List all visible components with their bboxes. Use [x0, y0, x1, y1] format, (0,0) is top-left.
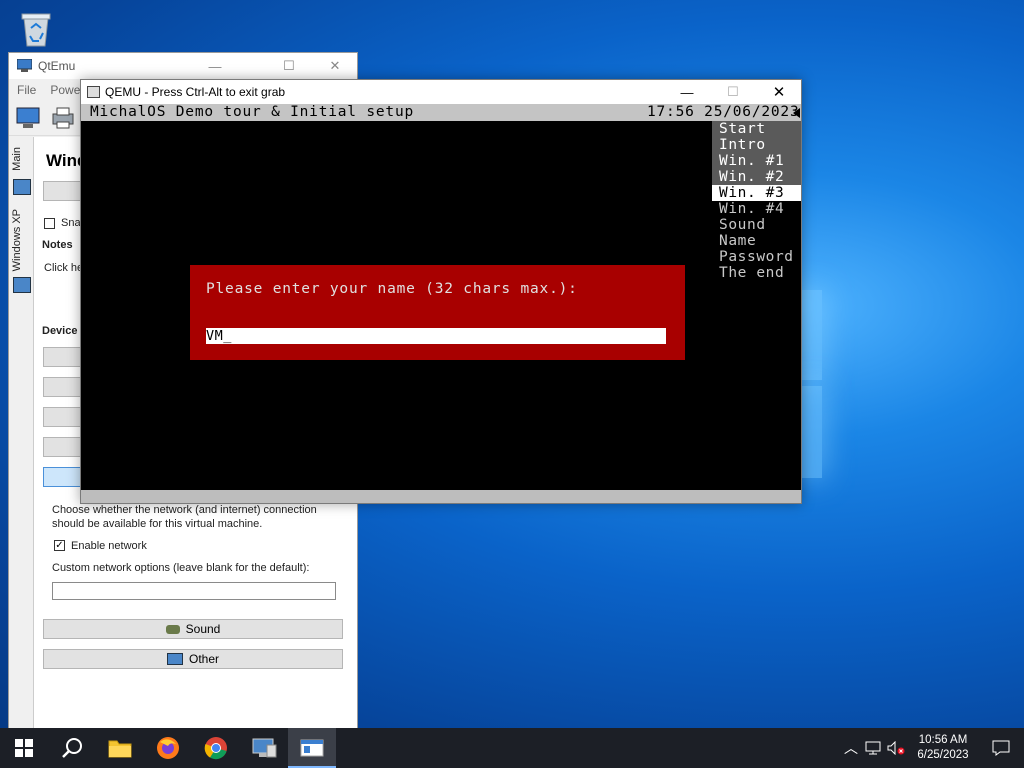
custom-options-input[interactable] — [52, 582, 336, 600]
tour-menu-item[interactable]: Intro — [712, 137, 801, 153]
other-button-label: Other — [188, 652, 219, 666]
minimize-icon[interactable]: — — [665, 80, 709, 104]
minimize-icon[interactable]: — — [193, 53, 237, 79]
firefox-icon — [157, 737, 179, 759]
vm-icon — [13, 277, 31, 293]
windows-logo-pane — [802, 290, 822, 380]
os-title: MichalOS Demo tour & Initial setup — [90, 104, 415, 120]
clock-date: 6/25/2023 — [917, 749, 969, 761]
chevron-up-icon[interactable]: ︿ — [840, 738, 862, 758]
qemu-statusbar — [81, 490, 801, 503]
enable-network-checkbox[interactable]: ✓ — [54, 540, 65, 551]
snapshot-label: Sna — [61, 217, 81, 229]
search-icon — [62, 738, 82, 758]
tab-main[interactable]: Main — [11, 147, 23, 171]
qemu-title: QEMU - Press Ctrl-Alt to exit grab — [105, 85, 286, 99]
sound-icon — [165, 624, 180, 634]
name-dialog: Please enter your name (32 chars max.): … — [190, 265, 685, 360]
qemu-window: QEMU - Press Ctrl-Alt to exit grab — ☐ ✕… — [80, 79, 802, 504]
speaker-icon — [793, 108, 800, 118]
custom-options-label: Custom network options (leave blank for … — [52, 562, 310, 574]
notification-icon[interactable] — [978, 740, 1024, 756]
sound-button-label: Sound — [185, 622, 221, 636]
computer-icon — [252, 738, 277, 758]
taskbar-file-explorer[interactable] — [96, 728, 144, 768]
close-icon[interactable]: ✕ — [313, 53, 357, 79]
tour-menu-item[interactable]: Win. #1 — [712, 153, 801, 169]
network-icon[interactable] — [862, 741, 884, 755]
qemu-window-icon — [300, 739, 324, 757]
devices-label: Device — [42, 325, 78, 337]
snapshot-checkbox[interactable] — [44, 218, 55, 229]
maximize-icon[interactable]: ☐ — [711, 80, 755, 104]
tour-menu-item[interactable]: Sound — [712, 217, 801, 233]
notes-label: Notes — [42, 239, 73, 251]
start-button[interactable] — [0, 728, 48, 768]
network-description-line-1: Choose whether the network (and internet… — [52, 504, 317, 516]
taskbar-clock[interactable]: 10:56 AM 6/25/2023 — [908, 733, 978, 763]
qtemu-title: QtEmu — [38, 59, 76, 73]
volume-muted-icon[interactable] — [884, 741, 908, 755]
tour-menu-item[interactable]: Start — [712, 121, 801, 137]
tour-menu-item[interactable]: The end — [712, 265, 801, 281]
clock-time: 10:56 AM — [918, 734, 968, 746]
vm-icon — [13, 179, 31, 195]
qemu-titlebar[interactable]: QEMU - Press Ctrl-Alt to exit grab — ☐ ✕ — [81, 80, 801, 104]
qtemu-titlebar[interactable]: QtEmu — ☐ ✕ — [9, 53, 357, 79]
qtemu-side-tabs: Main Windows XP — [9, 137, 34, 729]
new-machine-icon[interactable] — [15, 105, 43, 131]
taskbar-chrome[interactable] — [192, 728, 240, 768]
qemu-screen[interactable]: MichalOS Demo tour & Initial setup 17:56… — [81, 104, 801, 490]
system-tray: ︿ 10:56 AM 6/25/2023 — [840, 728, 1024, 768]
other-icon — [166, 653, 183, 665]
chrome-icon — [204, 737, 227, 760]
menu-file[interactable]: File — [17, 83, 36, 97]
search-button[interactable] — [48, 728, 96, 768]
windows-logo-pane — [802, 386, 822, 478]
qtemu-app-icon — [16, 58, 33, 72]
taskbar-firefox[interactable] — [144, 728, 192, 768]
tour-menu-item[interactable]: Win. #4 — [712, 201, 801, 217]
printer-icon[interactable] — [49, 105, 77, 131]
sound-button[interactable]: Sound — [43, 619, 343, 639]
os-clock: 17:56 25/06/2023 — [647, 104, 800, 120]
notes-text: Click he — [44, 262, 84, 274]
windows-start-icon — [15, 739, 33, 757]
taskbar-qtemu[interactable] — [240, 728, 288, 768]
taskbar: ︿ 10:56 AM 6/25/2023 — [0, 728, 1024, 768]
tour-menu-item[interactable]: Name — [712, 233, 801, 249]
tour-menu: Start Intro Win. #1 Win. #2 Win. #3 Win. #4 So… — [712, 121, 801, 281]
name-input[interactable]: VM_ — [206, 328, 666, 344]
qemu-app-icon — [87, 86, 100, 98]
other-button[interactable]: Other — [43, 649, 343, 669]
dialog-prompt: Please enter your name (32 chars max.): — [206, 281, 578, 297]
folder-icon — [108, 740, 132, 758]
tour-menu-item[interactable]: Password — [712, 249, 801, 265]
recycle-bin-icon[interactable] — [14, 6, 58, 50]
network-description-line-2: should be available for this virtual mac… — [52, 518, 263, 530]
taskbar-qemu[interactable] — [288, 728, 336, 768]
tour-menu-item[interactable]: Win. #3 — [712, 185, 801, 201]
close-icon[interactable]: ✕ — [757, 80, 801, 104]
tour-menu-item[interactable]: Win. #2 — [712, 169, 801, 185]
maximize-icon[interactable]: ☐ — [267, 53, 311, 79]
tab-windows-xp[interactable]: Windows XP — [11, 209, 23, 271]
os-title-bar: MichalOS Demo tour & Initial setup 17:56… — [81, 104, 801, 121]
enable-network-label: Enable network — [71, 540, 147, 552]
